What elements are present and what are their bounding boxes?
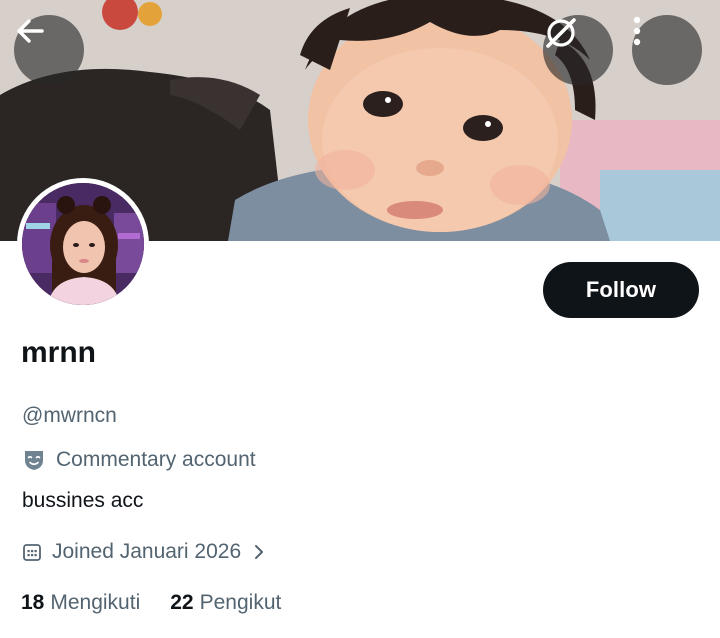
grok-button[interactable]: [543, 15, 613, 85]
arrow-left-icon: [17, 19, 44, 43]
account-label-text: Commentary account: [56, 448, 256, 471]
mask-icon: [25, 451, 43, 470]
grok-icon: [546, 18, 576, 48]
followers-count: 22: [170, 591, 194, 614]
more-button[interactable]: [632, 15, 702, 85]
more-vertical-icon: [633, 16, 641, 46]
account-label: Commentary account: [22, 446, 256, 474]
follow-label: Follow: [585, 277, 657, 302]
bio: bussines acc: [22, 489, 144, 512]
chevron-right-icon: [255, 545, 264, 559]
follow-button[interactable]: Follow: [543, 262, 699, 318]
following-count: 18: [21, 591, 45, 614]
back-button[interactable]: [14, 15, 84, 85]
follow-stats: 18 Mengikuti 22 Pengikut: [21, 589, 311, 617]
following-stat[interactable]: 18 Mengikuti: [21, 591, 140, 615]
joined-text: Joined Januari 2026: [52, 540, 242, 563]
following-label: Mengikuti: [50, 591, 141, 614]
avatar-photo: [22, 183, 144, 305]
handle: @mwrncn: [22, 404, 117, 427]
display-name: mrnn: [21, 336, 96, 369]
avatar[interactable]: [17, 178, 149, 310]
followers-stat[interactable]: 22 Pengikut: [170, 591, 281, 615]
calendar-icon: [23, 544, 41, 561]
joined-date[interactable]: Joined Januari 2026: [22, 538, 267, 566]
followers-label: Pengikut: [199, 591, 282, 614]
